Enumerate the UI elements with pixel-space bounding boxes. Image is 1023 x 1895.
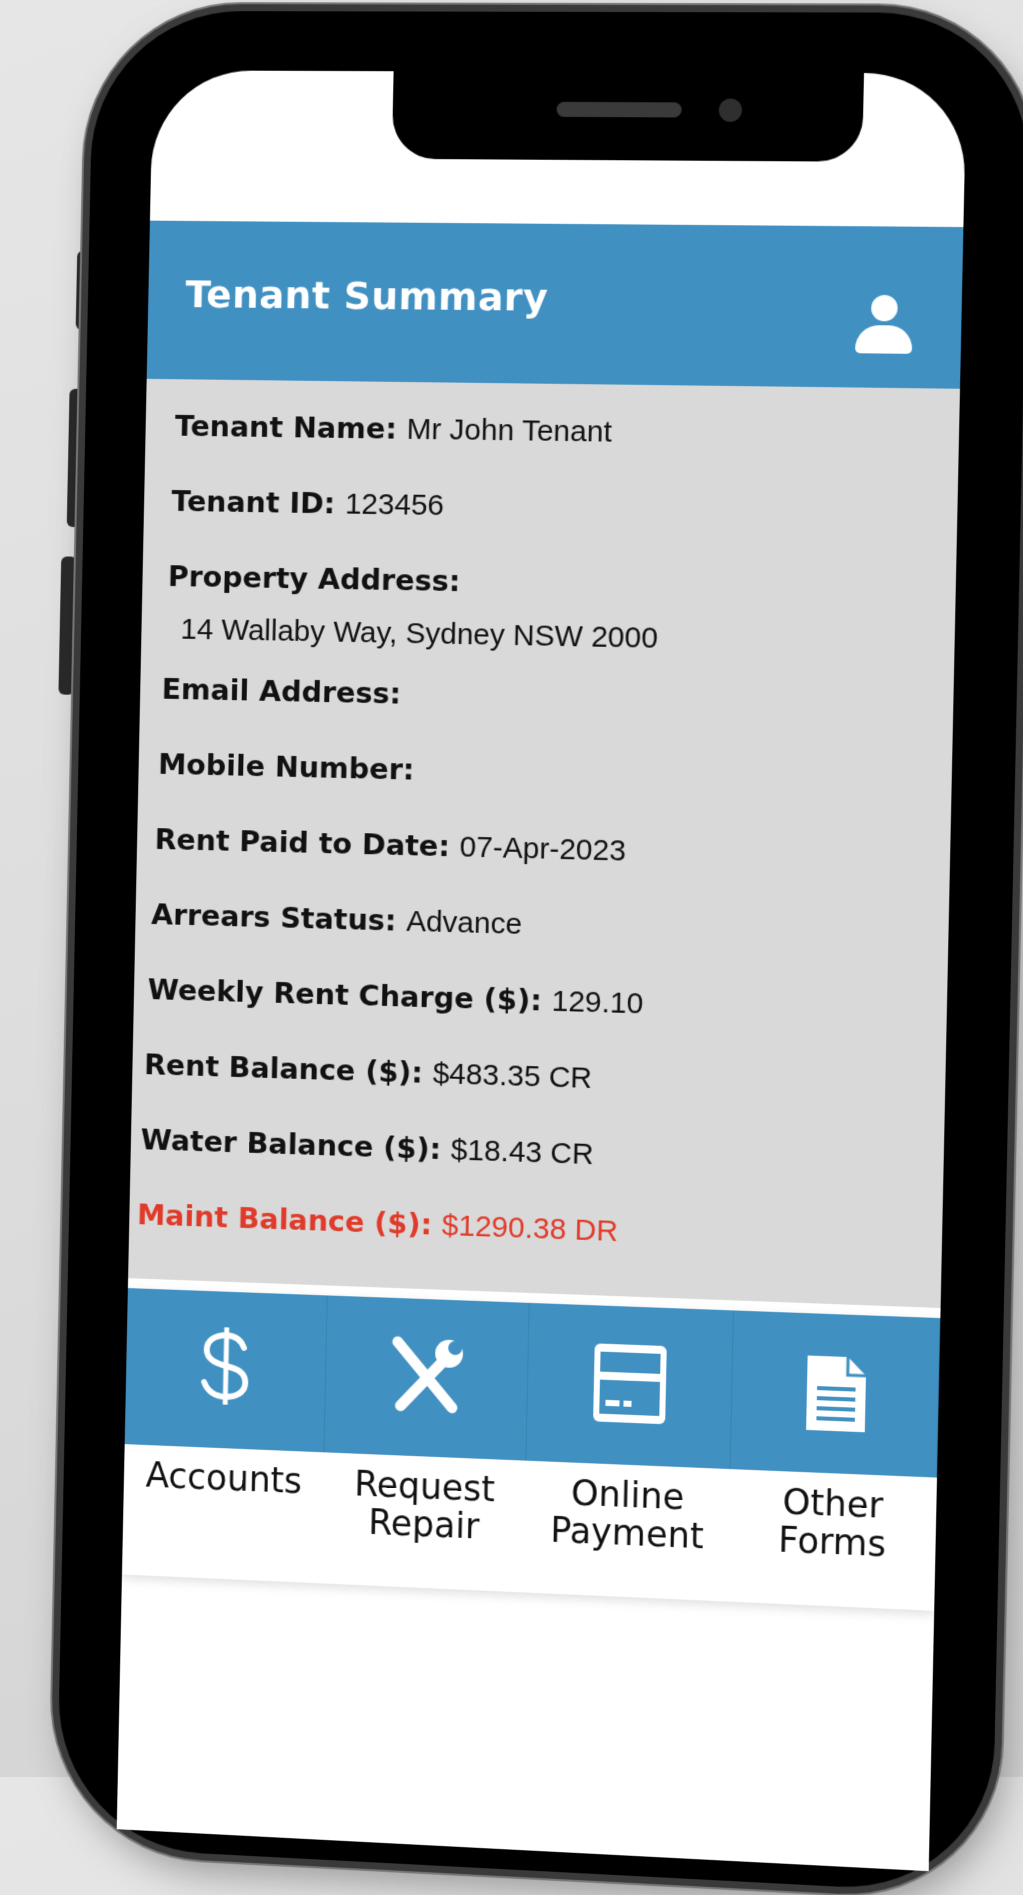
page-title: Tenant Summary bbox=[185, 272, 549, 320]
water-balance-row: Water Balance ($): $18.43 CR bbox=[140, 1122, 594, 1172]
user-icon[interactable] bbox=[853, 294, 915, 358]
maint-balance-value: $1290.38 DR bbox=[441, 1208, 619, 1249]
rent-balance-label: Rent Balance ($): bbox=[143, 1047, 424, 1090]
nav-request-repair-label: Request Repair bbox=[353, 1464, 496, 1548]
user-icon-body bbox=[855, 325, 913, 354]
volume-down-button bbox=[58, 556, 77, 695]
nav-online-payment-label: Online Payment bbox=[549, 1473, 705, 1558]
email-address-row: Email Address: bbox=[161, 672, 411, 712]
tools-icon bbox=[386, 1328, 467, 1421]
phone-mockup: Tenant Summary Tenant Name: Mr John Tenan… bbox=[0, 0, 1023, 1895]
mobile-number-row: Mobile Number: bbox=[158, 747, 425, 788]
water-balance-value: $18.43 CR bbox=[450, 1133, 594, 1172]
credit-card-icon bbox=[593, 1343, 667, 1425]
nav-other-forms-label: Other Forms bbox=[777, 1482, 887, 1566]
tenant-name-value: Mr John Tenant bbox=[406, 412, 613, 449]
weekly-rent-label: Weekly Rent Charge ($): bbox=[147, 972, 543, 1018]
nav-request-repair-tile bbox=[324, 1295, 530, 1461]
tenant-name-row: Tenant Name: Mr John Tenant bbox=[175, 409, 613, 450]
weekly-rent-row: Weekly Rent Charge ($): 129.10 bbox=[147, 972, 643, 1021]
email-address-value bbox=[411, 678, 412, 711]
nav-request-repair[interactable]: Request Repair bbox=[322, 1295, 530, 1592]
property-address-value: 14 Wallaby Way, Sydney NSW 2000 bbox=[180, 612, 659, 655]
arrears-status-value: Advance bbox=[405, 904, 523, 941]
rent-balance-value: $483.35 CR bbox=[432, 1057, 593, 1095]
app-header: Tenant Summary bbox=[146, 220, 964, 389]
email-address-label: Email Address: bbox=[161, 671, 402, 711]
phone-screen: Tenant Summary Tenant Name: Mr John Tenan… bbox=[116, 70, 967, 1872]
nav-online-payment[interactable]: Online Payment bbox=[524, 1302, 734, 1602]
tenant-id-label: Tenant ID: bbox=[171, 484, 336, 521]
property-address-label: Property Address: bbox=[167, 559, 461, 599]
tenant-name-label: Tenant Name: bbox=[174, 408, 398, 446]
property-address-row: Property Address: bbox=[168, 559, 461, 598]
mobile-number-label: Mobile Number: bbox=[157, 747, 415, 787]
arrears-status-label: Arrears Status: bbox=[150, 897, 397, 938]
tenant-id-value: 123456 bbox=[344, 487, 445, 523]
water-balance-label: Water Balance ($): bbox=[140, 1122, 442, 1167]
front-camera bbox=[718, 98, 743, 122]
nav-other-forms-tile bbox=[730, 1310, 941, 1478]
bottom-nav: Accounts Request Repair Online Payment O… bbox=[121, 1288, 941, 1611]
rent-balance-row: Rent Balance ($): $483.35 CR bbox=[144, 1047, 593, 1096]
maint-balance-label: Maint Balance ($): bbox=[136, 1197, 433, 1242]
weekly-rent-value: 129.10 bbox=[551, 984, 644, 1021]
arrears-status-row: Arrears Status: Advance bbox=[151, 897, 523, 942]
mobile-number-value bbox=[424, 754, 425, 787]
user-icon-head bbox=[870, 294, 898, 322]
nav-other-forms[interactable]: Other Forms bbox=[728, 1310, 941, 1610]
dollar-icon bbox=[186, 1320, 266, 1412]
nav-online-payment-tile bbox=[526, 1302, 734, 1470]
notch bbox=[391, 70, 865, 162]
tenant-summary-panel: Tenant Name: Mr John Tenant Tenant ID: 123… bbox=[128, 378, 961, 1308]
volume-up-button bbox=[66, 388, 86, 528]
rent-paid-label: Rent Paid to Date: bbox=[154, 822, 451, 864]
nav-accounts-label: Accounts bbox=[145, 1455, 303, 1503]
speaker-grille bbox=[556, 101, 682, 118]
nav-accounts[interactable]: Accounts bbox=[122, 1288, 328, 1583]
rent-paid-value: 07-Apr-2023 bbox=[459, 830, 627, 868]
rent-paid-row: Rent Paid to Date: 07-Apr-2023 bbox=[154, 822, 626, 868]
maint-balance-row: Maint Balance ($): $1290.38 DR bbox=[137, 1197, 618, 1249]
phone-frame: Tenant Summary Tenant Name: Mr John Tenan… bbox=[56, 10, 1023, 1895]
nav-accounts-tile bbox=[124, 1288, 328, 1453]
tenant-id-row: Tenant ID: 123456 bbox=[171, 484, 444, 523]
document-icon bbox=[806, 1343, 877, 1433]
